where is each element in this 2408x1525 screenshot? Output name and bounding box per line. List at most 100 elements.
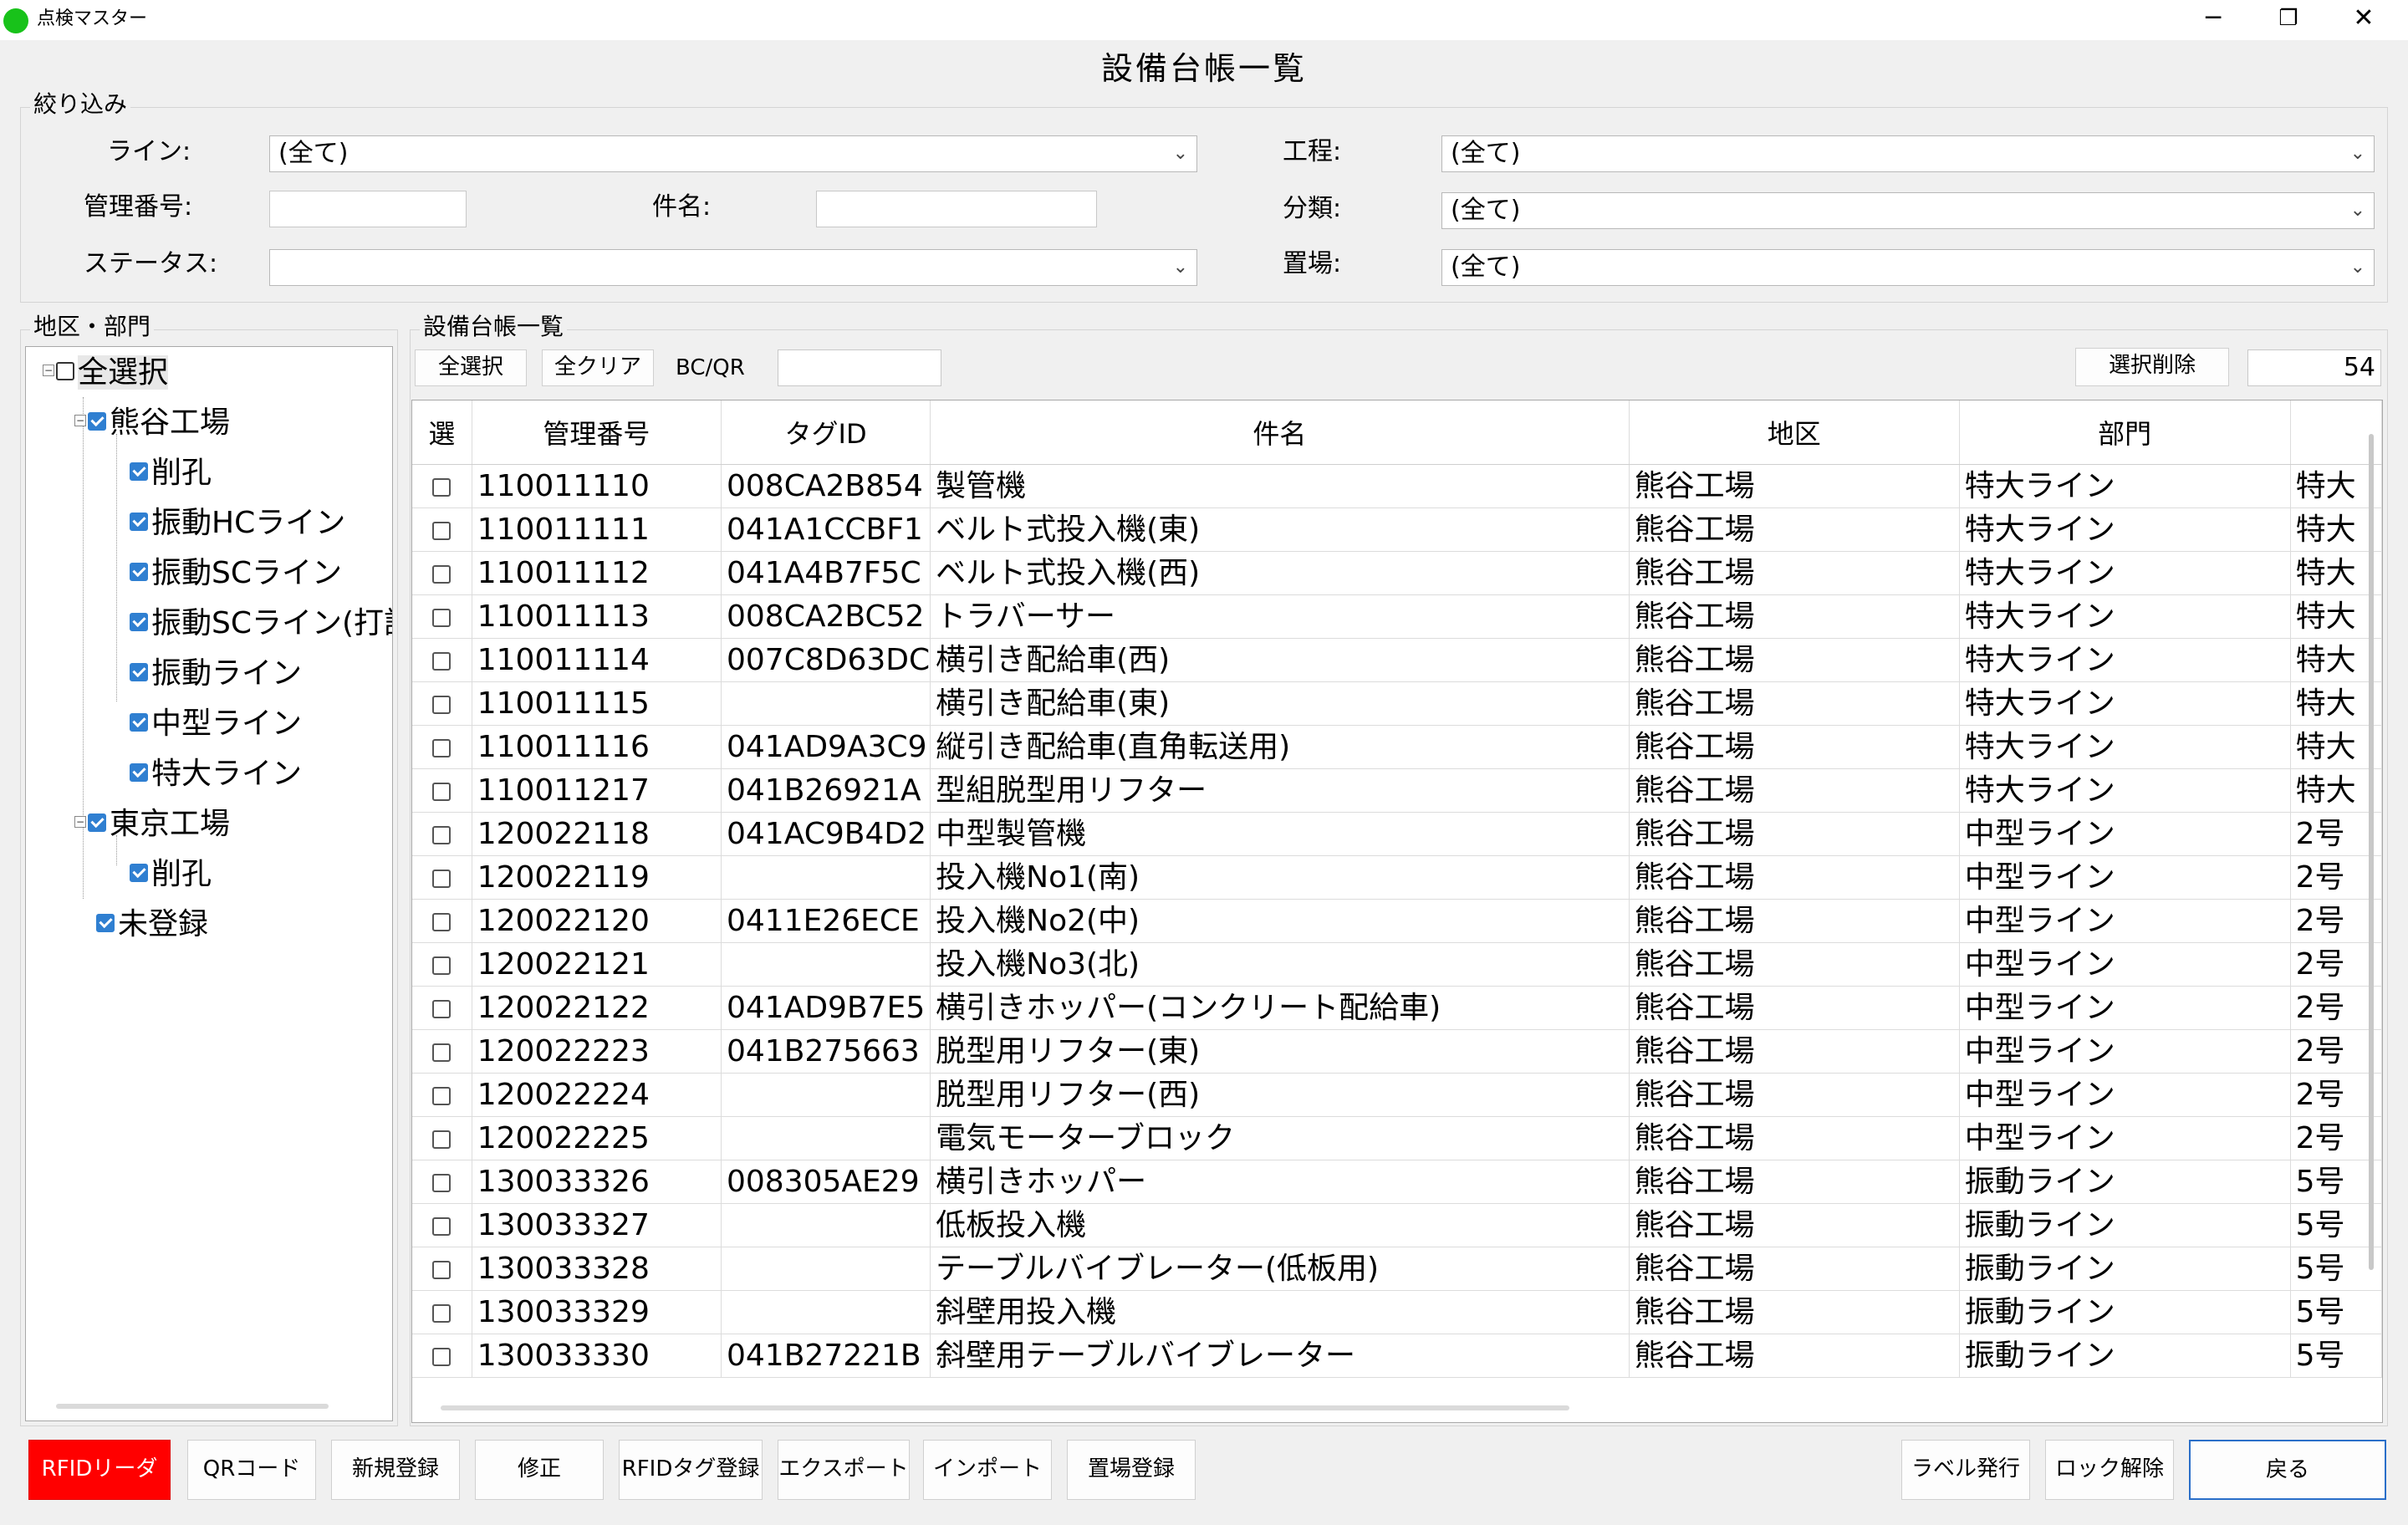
table-row[interactable]: 120022224 脱型用リフター(西) 熊谷工場 中型ライン 2号 <box>412 1073 2382 1117</box>
checkbox-checked-icon[interactable] <box>130 663 148 681</box>
cell-bumon[interactable]: 中型ライン <box>1959 1116 2291 1160</box>
row-checkbox-icon[interactable] <box>432 1043 452 1062</box>
cell-chiku[interactable]: 熊谷工場 <box>1629 768 1960 813</box>
cell-chiku[interactable]: 熊谷工場 <box>1629 942 1960 987</box>
cell-kanri[interactable]: 120022224 <box>472 1073 722 1117</box>
cell-kenmei[interactable]: ベルト式投入機(東) <box>930 507 1630 552</box>
cell-kenmei[interactable]: トラバーサー <box>930 594 1630 639</box>
cell-kanri[interactable]: 120022121 <box>472 942 722 987</box>
qr-code-button[interactable]: QRコード <box>187 1440 316 1500</box>
cell-kanri[interactable]: 120022119 <box>472 855 722 900</box>
cell-kanri[interactable]: 120022225 <box>472 1116 722 1160</box>
cell-select[interactable] <box>412 855 472 900</box>
table-row[interactable]: 120022223 041B275663 脱型用リフター(東) 熊谷工場 中型ライン 2号 <box>412 1029 2382 1074</box>
new-register-button[interactable]: 新規登録 <box>331 1440 460 1500</box>
cell-kanri[interactable]: 110011110 <box>472 464 722 508</box>
tree-horizontal-scrollbar[interactable] <box>56 1404 329 1409</box>
select-all-button[interactable]: 全選択 <box>415 349 527 386</box>
column-header-kanri[interactable]: 管理番号 <box>472 400 722 465</box>
cell-tagid[interactable]: 041AD9B7E5 <box>721 986 931 1030</box>
cell-chiku[interactable]: 熊谷工場 <box>1629 638 1960 682</box>
table-row[interactable]: 130033330 041B27221B 斜壁用テーブルバイブレーター 熊谷工場 振動ラ… <box>412 1334 2382 1378</box>
tree-node-root[interactable]: − 全選択 <box>43 354 169 392</box>
cell-kenmei[interactable]: 投入機No1(南) <box>930 855 1630 900</box>
cell-select[interactable] <box>412 1116 472 1160</box>
row-checkbox-icon[interactable] <box>432 912 452 931</box>
cell-kanri[interactable]: 130033328 <box>472 1247 722 1291</box>
cell-bumon[interactable]: 振動ライン <box>1959 1203 2291 1247</box>
koutei-select[interactable]: (全て) ⌄ <box>1441 135 2375 172</box>
line-select[interactable]: (全て) ⌄ <box>269 135 1197 172</box>
cell-tagid[interactable]: 041B26921A <box>721 768 931 813</box>
cell-kanri[interactable]: 110011111 <box>472 507 722 552</box>
column-header-kenmei[interactable]: 件名 <box>930 400 1630 465</box>
cell-chiku[interactable]: 熊谷工場 <box>1629 1073 1960 1117</box>
cell-bumon[interactable]: 中型ライン <box>1959 1073 2291 1117</box>
cell-kenmei[interactable]: 電気モーターブロック <box>930 1116 1630 1160</box>
collapse-icon[interactable]: − <box>74 816 86 828</box>
cell-tagid[interactable]: 041AD9A3C9 <box>721 725 931 769</box>
cell-bumon[interactable]: 振動ライン <box>1959 1290 2291 1334</box>
row-checkbox-icon[interactable] <box>432 956 452 975</box>
cell-bumon[interactable]: 特大ライン <box>1959 551 2291 595</box>
cell-chiku[interactable]: 熊谷工場 <box>1629 594 1960 639</box>
table-row[interactable]: 130033327 低板投入機 熊谷工場 振動ライン 5号 <box>412 1203 2382 1247</box>
cell-tagid[interactable]: 041A1CCBF1 <box>721 507 931 552</box>
row-checkbox-icon[interactable] <box>432 695 452 714</box>
cell-kanri[interactable]: 110011116 <box>472 725 722 769</box>
table-row[interactable]: 110011111 041A1CCBF1 ベルト式投入機(東) 熊谷工場 特大ライン 特大 <box>412 507 2382 552</box>
cell-chiku[interactable]: 熊谷工場 <box>1629 1116 1960 1160</box>
edit-button[interactable]: 修正 <box>475 1440 604 1500</box>
tree-node-tokyo-sakukou[interactable]: 削孔 <box>130 855 212 894</box>
cell-tagid[interactable]: 041B275663 <box>721 1029 931 1074</box>
cell-select[interactable] <box>412 812 472 856</box>
cell-bumon[interactable]: 特大ライン <box>1959 768 2291 813</box>
tree-node-sakukou[interactable]: 削孔 <box>130 454 212 492</box>
column-header-select[interactable]: 選 <box>412 400 472 465</box>
cell-chiku[interactable]: 熊谷工場 <box>1629 1290 1960 1334</box>
cell-select[interactable] <box>412 1334 472 1378</box>
minimize-icon[interactable]: ─ <box>2176 0 2251 38</box>
row-checkbox-icon[interactable] <box>432 1216 452 1236</box>
cell-select[interactable] <box>412 1160 472 1204</box>
checkbox-checked-icon[interactable] <box>130 763 148 782</box>
column-header-bumon[interactable]: 部門 <box>1959 400 2291 465</box>
cell-chiku[interactable]: 熊谷工場 <box>1629 812 1960 856</box>
cell-kanri[interactable]: 110011217 <box>472 768 722 813</box>
tree-node-unregistered[interactable]: 未登録 <box>96 905 208 944</box>
cell-tagid[interactable]: 041B27221B <box>721 1334 931 1378</box>
cell-tagid[interactable]: 008CA2B854 <box>721 464 931 508</box>
table-row[interactable]: 110011116 041AD9A3C9 縦引き配給車(直角転送用) 熊谷工場 特大ライ… <box>412 725 2382 769</box>
cell-kanri[interactable]: 130033330 <box>472 1334 722 1378</box>
unlock-button[interactable]: ロック解除 <box>2045 1440 2174 1500</box>
row-checkbox-icon[interactable] <box>432 1347 452 1366</box>
cell-bumon[interactable]: 特大ライン <box>1959 638 2291 682</box>
collapse-icon[interactable]: − <box>43 365 54 376</box>
cell-tagid[interactable] <box>721 1203 931 1247</box>
row-checkbox-icon[interactable] <box>432 1130 452 1149</box>
cell-kanri[interactable]: 110011115 <box>472 681 722 726</box>
cell-chiku[interactable]: 熊谷工場 <box>1629 1160 1960 1204</box>
cell-bumon[interactable]: 中型ライン <box>1959 855 2291 900</box>
cell-kanri[interactable]: 130033327 <box>472 1203 722 1247</box>
cell-chiku[interactable]: 熊谷工場 <box>1629 986 1960 1030</box>
cell-select[interactable] <box>412 681 472 726</box>
tree-node-tokyo[interactable]: − 東京工場 <box>74 805 230 844</box>
cell-bumon[interactable]: 特大ライン <box>1959 681 2291 726</box>
cell-tagid[interactable] <box>721 1290 931 1334</box>
cell-tagid[interactable]: 041AC9B4D2 <box>721 812 931 856</box>
checkbox-checked-icon[interactable] <box>96 914 115 932</box>
cell-bumon[interactable]: 特大ライン <box>1959 464 2291 508</box>
cell-select[interactable] <box>412 594 472 639</box>
cell-kenmei[interactable]: ベルト式投入機(西) <box>930 551 1630 595</box>
cell-tagid[interactable] <box>721 1247 931 1291</box>
cell-select[interactable] <box>412 986 472 1030</box>
row-checkbox-icon[interactable] <box>432 1086 452 1105</box>
row-checkbox-icon[interactable] <box>432 1260 452 1279</box>
grid-horizontal-scrollbar[interactable] <box>441 1405 1569 1410</box>
row-checkbox-icon[interactable] <box>432 1303 452 1323</box>
column-header-tagid[interactable]: タグID <box>721 400 931 465</box>
cell-tagid[interactable]: 041A4B7F5C <box>721 551 931 595</box>
cell-kanri[interactable]: 120022122 <box>472 986 722 1030</box>
tree-node-kumagaya[interactable]: − 熊谷工場 <box>74 404 230 442</box>
